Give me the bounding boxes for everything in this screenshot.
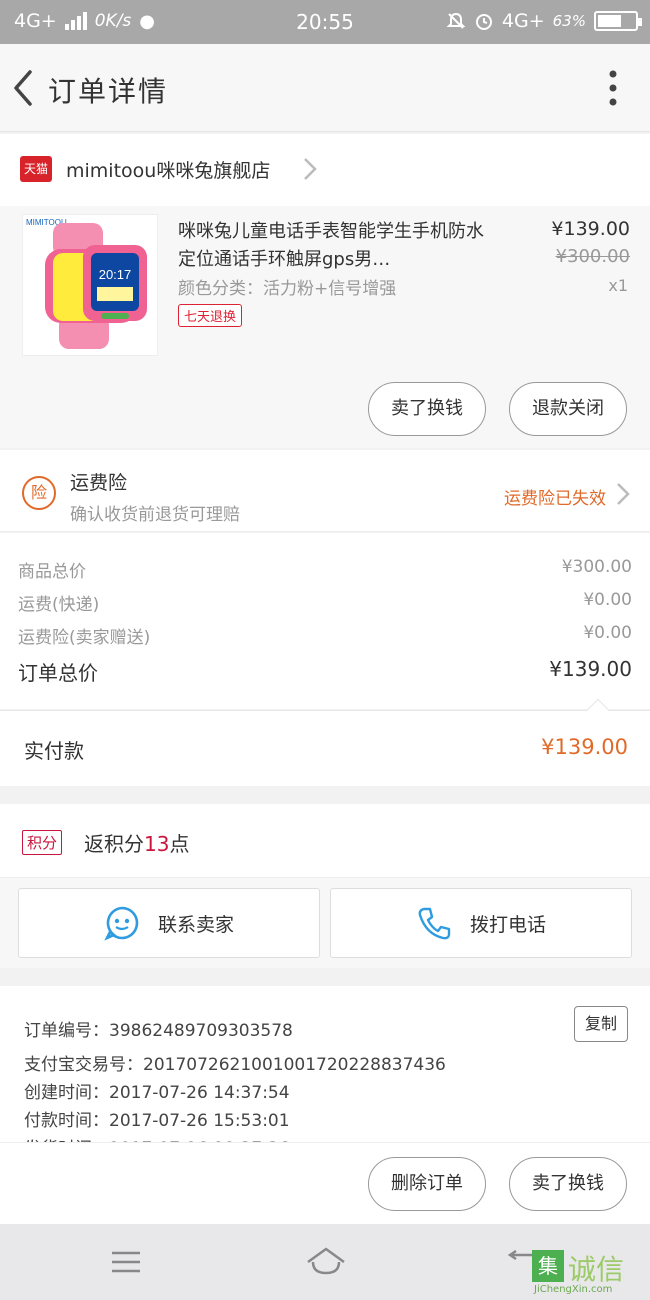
paid-time: 付款时间：2017-07-26 15:53:01: [24, 1111, 290, 1131]
product-price: ¥139.00: [551, 218, 630, 240]
chevron-right-icon: [304, 158, 317, 180]
alarm-icon: [475, 14, 492, 30]
points-count: 13: [144, 832, 170, 856]
product-image[interactable]: MIMITOOU 20:17: [22, 214, 158, 356]
watch-screen-time: 20:17: [99, 267, 132, 282]
status-bar: 4G+ 0K/s ● 20:55 4G+ 63%: [0, 0, 650, 44]
order-total-label: 订单总价: [18, 661, 98, 685]
shop-row[interactable]: 天猫 mimitoou咪咪兔旗舰店: [0, 134, 650, 206]
watermark-text: 诚信: [568, 1253, 625, 1286]
back-arrow-icon[interactable]: [8, 66, 48, 110]
tmall-badge: 天猫: [20, 156, 52, 182]
delete-order-button[interactable]: 删除订单: [368, 1157, 486, 1211]
order-number: 订单编号：398624897093035​78: [24, 1021, 293, 1041]
summary-value: ¥0.00: [583, 623, 632, 643]
shipped-time: 发货时间：2017-07-26 18:37:36: [24, 1134, 290, 1142]
paid-label: 实付款: [24, 739, 84, 763]
points-prefix: 返积分: [84, 832, 144, 856]
summary-label: 运费险(卖家赠送): [18, 628, 151, 648]
battery-fill: [598, 15, 621, 27]
watermark-mark: 集: [532, 1250, 564, 1282]
watermark-logo: 集 诚信 JiChengXin.com: [532, 1246, 644, 1298]
product-original-price: ¥300.00: [555, 246, 630, 267]
paid-amount-row: 实付款 ¥139.00: [0, 698, 650, 786]
shipping-insurance-row[interactable]: 险 运费险 确认收货前退货可理赔 运费险已失效: [0, 450, 650, 532]
home-icon[interactable]: [305, 1246, 347, 1276]
order-info: 订单编号：398624897093035​78 复制 支付宝交易号：201707…: [0, 986, 650, 1142]
product-spec: 颜色分类：活力粉+信号增强: [178, 279, 397, 299]
refund-closed-button[interactable]: 退款关闭: [509, 382, 627, 436]
product-title[interactable]: 咪咪兔儿童电话手表智能学生手机防水定位通话手环触屏gps男…: [178, 218, 498, 274]
chevron-right-icon: [617, 483, 630, 505]
summary-row: 运费(快递) ¥0.00: [18, 590, 632, 615]
copy-button[interactable]: 复制: [574, 1006, 628, 1042]
insurance-subtitle: 确认收货前退货可理赔: [70, 505, 240, 525]
points-badge: 积分: [22, 830, 63, 855]
phone-icon: [418, 907, 451, 940]
contact-actions: 联系卖家 拨打电话: [0, 878, 650, 968]
status-right: 4G+ 63%: [446, 10, 642, 32]
summary-row: 运费险(卖家赠送) ¥0.00: [18, 623, 632, 648]
summary-label: 商品总价: [18, 562, 86, 582]
call-phone-label: 拨打电话: [469, 913, 546, 936]
summary-label: 运费(快递): [18, 595, 100, 615]
paid-value: ¥139.00: [541, 735, 628, 759]
points-text: 返积分13点: [84, 828, 189, 857]
price-summary: 商品总价 ¥300.00 运费(快递) ¥0.00 运费险(卖家赠送) ¥0.0…: [0, 533, 650, 709]
created-time: 创建时间：2017-07-26 14:37:54: [24, 1083, 290, 1103]
chat-bubble-icon: [104, 906, 139, 941]
battery-percent: 63%: [552, 12, 586, 30]
bottom-action-bar: 删除订单 卖了换钱: [0, 1142, 650, 1224]
points-suffix: 点: [169, 832, 190, 856]
return-policy-tag: 七天退换: [178, 304, 243, 327]
summary-row: 商品总价 ¥300.00: [18, 557, 632, 582]
contact-seller-button[interactable]: 联系卖家: [18, 888, 320, 958]
page-header: 订单详情: [0, 44, 650, 132]
network-type-right: 4G+: [501, 10, 545, 32]
summary-value: ¥300.00: [561, 557, 632, 577]
battery-icon: [594, 11, 642, 31]
insurance-status: 运费险已失效: [504, 489, 606, 509]
page-title: 订单详情: [48, 75, 169, 108]
alipay-transaction-number: 支付宝交易号：2017072621001001720228837436: [24, 1055, 446, 1075]
order-total-row: 订单总价 ¥139.00: [18, 657, 632, 686]
call-phone-button[interactable]: 拨打电话: [330, 888, 632, 958]
menu-icon[interactable]: [110, 1250, 142, 1274]
watch-illustration: MIMITOOU 20:17: [26, 218, 147, 349]
product-item: MIMITOOU 20:17 咪咪兔儿童电话手表智能学生手机防水定位通话手环触屏…: [0, 206, 650, 448]
insurance-title: 运费险: [70, 472, 128, 494]
watermark-url: JiChengXin.com: [534, 1284, 613, 1295]
product-quantity: x1: [608, 276, 628, 295]
order-total-value: ¥139.00: [549, 657, 632, 681]
contact-seller-label: 联系卖家: [157, 913, 234, 936]
more-options-icon[interactable]: [606, 68, 620, 108]
insurance-icon: 险: [22, 476, 56, 510]
shop-name[interactable]: mimitoou咪咪兔旗舰店: [66, 156, 270, 183]
points-row: 积分 返积分13点: [0, 804, 650, 878]
sell-exchange-button[interactable]: 卖了换钱: [368, 382, 486, 436]
mute-icon: [446, 12, 466, 29]
system-nav-bar: 集 诚信 JiChengXin.com: [0, 1224, 650, 1300]
sell-exchange-button-footer[interactable]: 卖了换钱: [509, 1157, 627, 1211]
summary-value: ¥0.00: [583, 590, 632, 610]
